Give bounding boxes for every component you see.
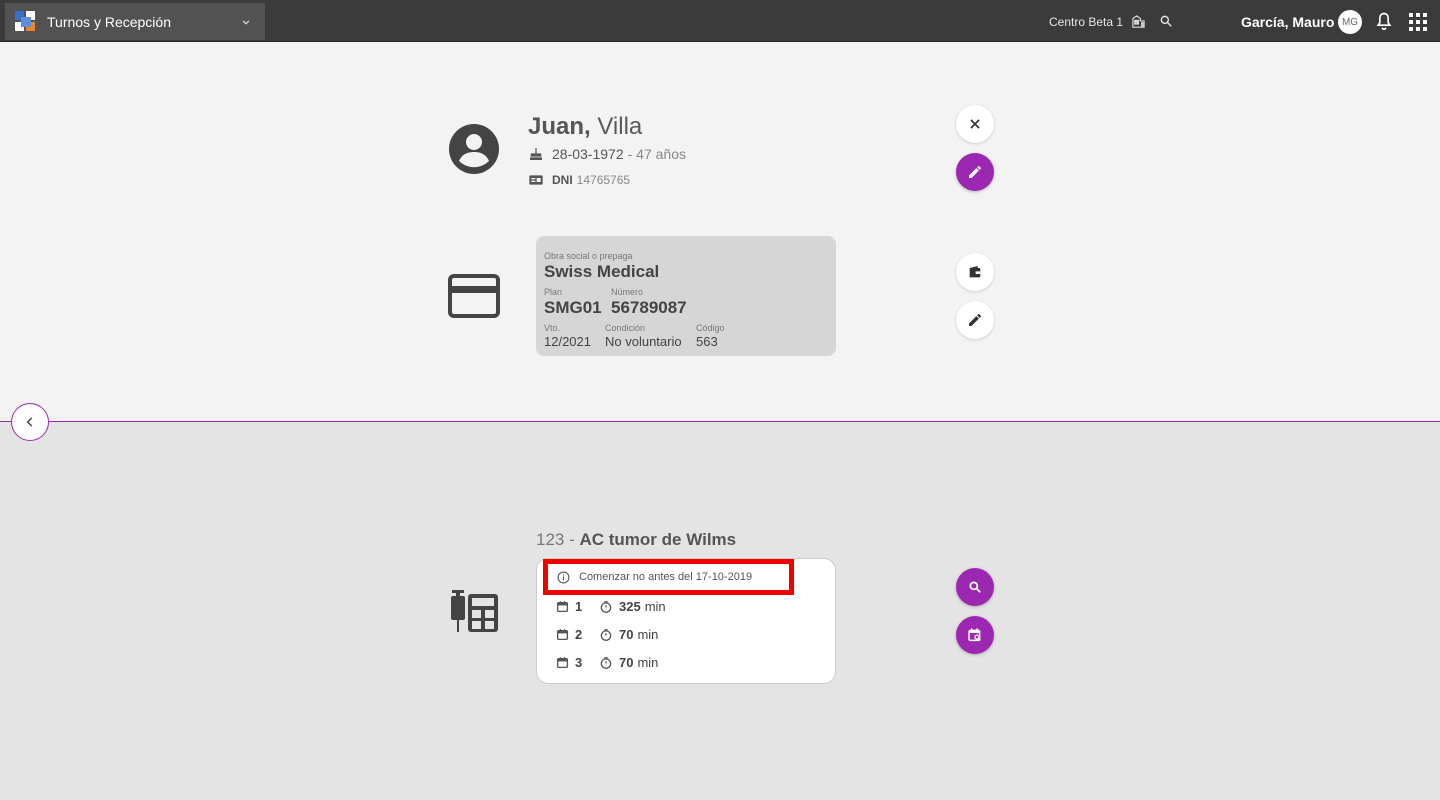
app-title: Turnos y Recepción xyxy=(47,13,171,30)
plan-label: Plan xyxy=(544,287,563,297)
study-name: AC tumor de Wilms xyxy=(579,530,737,549)
top-bar: Turnos y Recepción Centro Beta 1 García,… xyxy=(0,0,1440,42)
calendar-icon xyxy=(556,656,569,669)
session-unit: min xyxy=(637,655,659,670)
edit-insurance-button[interactable] xyxy=(956,301,994,339)
calendar-icon xyxy=(556,600,569,613)
patient-name: Juan, Villa xyxy=(528,113,642,141)
code-label: Código xyxy=(696,323,725,333)
search-icon[interactable] xyxy=(1158,13,1174,29)
plan-value: SMG01 xyxy=(544,298,602,317)
timer-icon xyxy=(599,600,613,614)
expiry-label: Vto. xyxy=(544,323,561,333)
insurance-card: Obra social o prepaga Swiss Medical Plan… xyxy=(536,236,836,356)
building-icon[interactable] xyxy=(1130,13,1146,29)
timer-icon xyxy=(599,656,613,670)
user-name[interactable]: García, Mauro xyxy=(1241,14,1334,30)
bell-icon[interactable] xyxy=(1374,11,1394,31)
code-value: 563 xyxy=(696,334,718,349)
search-icon xyxy=(969,581,981,593)
calendar-search-icon xyxy=(968,628,981,642)
document-number: 14765765 xyxy=(576,173,631,187)
wallet-button[interactable] xyxy=(956,253,994,291)
calendar-icon xyxy=(556,628,569,641)
chevron-left-icon xyxy=(26,417,33,427)
chevron-down-icon xyxy=(239,15,253,29)
session-number: 3 xyxy=(575,655,583,670)
center-name: Centro Beta 1 xyxy=(1049,15,1124,29)
cake-icon xyxy=(528,146,544,162)
session-row: 3 70 min xyxy=(556,655,658,670)
account-circle-icon xyxy=(448,123,500,175)
wallet-icon xyxy=(969,266,981,278)
pencil-icon xyxy=(969,313,981,326)
patient-age: - 47 años xyxy=(627,146,686,162)
patient-birth-row: 28-03-1972 - 47 años xyxy=(528,146,686,162)
session-duration: 70 xyxy=(619,627,634,642)
study-title: 123 - AC tumor de Wilms xyxy=(536,530,736,550)
search-study-button[interactable] xyxy=(956,568,994,606)
session-unit: min xyxy=(644,599,666,614)
collapse-button[interactable] xyxy=(11,403,49,441)
close-icon xyxy=(970,119,980,129)
session-row: 2 70 min xyxy=(556,627,658,642)
patient-first-name: Juan, xyxy=(528,113,591,140)
number-label: Número xyxy=(611,287,644,297)
condition-value: No voluntario xyxy=(605,334,682,349)
birth-date: 28-03-1972 xyxy=(552,146,624,162)
document-type: DNI xyxy=(552,173,573,187)
expiry-value: 12/2021 xyxy=(544,334,591,349)
app-switcher[interactable]: Turnos y Recepción xyxy=(5,3,265,40)
start-notice: Comenzar no antes del 17-10-2019 xyxy=(543,559,794,595)
session-duration: 70 xyxy=(619,655,634,670)
session-row: 1 325 min xyxy=(556,599,666,614)
calendar-search-button[interactable] xyxy=(956,616,994,654)
session-number: 2 xyxy=(575,627,583,642)
condition-label: Condición xyxy=(605,323,646,333)
patient-document-row: DNI 14765765 xyxy=(528,172,630,188)
provider-value: Swiss Medical xyxy=(544,262,660,281)
patient-section xyxy=(0,42,1440,421)
patient-last-name: Villa xyxy=(597,113,643,140)
notice-text: Comenzar no antes del 17-10-2019 xyxy=(579,571,753,583)
session-number: 1 xyxy=(575,599,583,614)
pencil-icon xyxy=(969,165,981,178)
app-logo-icon xyxy=(15,10,37,33)
provider-label: Obra social o prepaga xyxy=(544,251,633,261)
edit-patient-button[interactable] xyxy=(956,153,994,191)
info-icon xyxy=(557,571,570,584)
credit-card-icon xyxy=(448,274,500,318)
avatar[interactable]: MG xyxy=(1338,10,1362,34)
timer-icon xyxy=(599,628,613,642)
close-button[interactable] xyxy=(956,105,994,143)
session-unit: min xyxy=(637,627,659,642)
apps-grid-icon[interactable] xyxy=(1408,12,1427,31)
number-value: 56789087 xyxy=(611,298,687,317)
session-duration: 325 xyxy=(619,599,641,614)
study-code: 123 - xyxy=(536,530,575,549)
syringe-calculator-icon xyxy=(448,588,500,634)
id-card-icon xyxy=(528,172,544,188)
